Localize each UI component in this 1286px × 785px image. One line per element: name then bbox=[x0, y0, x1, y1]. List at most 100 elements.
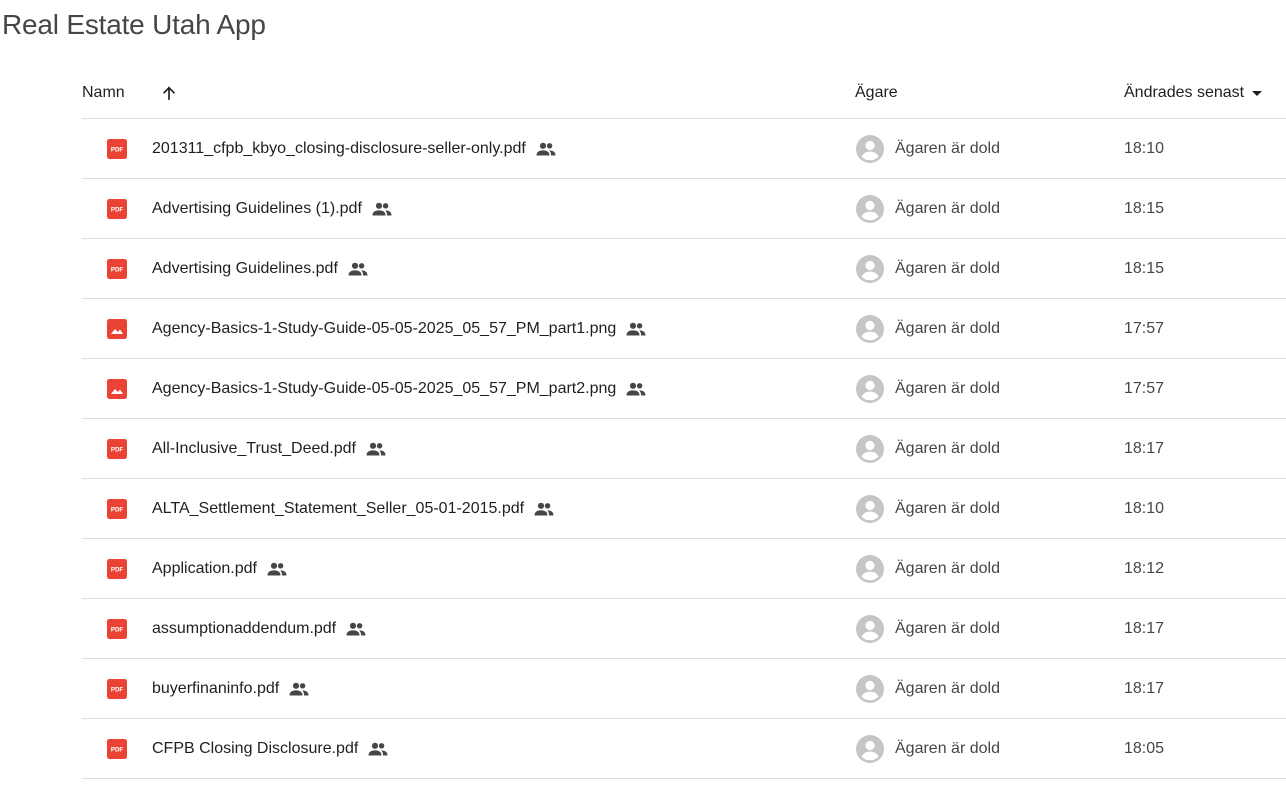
list-header: Namn Ägare Ändrades senast bbox=[82, 68, 1286, 119]
shared-people-icon bbox=[536, 142, 556, 155]
modified-time: 17:57 bbox=[1124, 319, 1165, 337]
pdf-file-icon: PDF bbox=[107, 499, 127, 519]
file-name[interactable]: All-Inclusive_Trust_Deed.pdf bbox=[152, 440, 356, 458]
file-list: Namn Ägare Ändrades senast PDF 201311_cf… bbox=[82, 68, 1286, 779]
file-row[interactable]: Agency-Basics-1-Study-Guide-05-05-2025_0… bbox=[82, 359, 1286, 419]
pdf-file-icon: PDF bbox=[107, 259, 127, 279]
owner-avatar-icon bbox=[856, 615, 884, 643]
modified-time: 18:15 bbox=[1124, 259, 1165, 277]
file-name-cell: assumptionaddendum.pdf bbox=[152, 599, 366, 658]
owner-avatar-icon bbox=[856, 195, 884, 223]
shared-people-icon bbox=[626, 382, 646, 395]
shared-people-icon bbox=[626, 322, 646, 335]
file-name-cell: Agency-Basics-1-Study-Guide-05-05-2025_0… bbox=[152, 299, 646, 358]
owner-name: Ägaren är dold bbox=[895, 499, 1000, 517]
column-header-name[interactable]: Namn bbox=[82, 68, 125, 118]
owner-avatar-icon bbox=[856, 555, 884, 583]
owner-name: Ägaren är dold bbox=[895, 739, 1000, 757]
file-name[interactable]: ALTA_Settlement_Statement_Seller_05-01-2… bbox=[152, 500, 524, 518]
file-row[interactable]: PDF buyerfinaninfo.pdf Ägaren är dold 18… bbox=[82, 659, 1286, 719]
pdf-file-icon: PDF bbox=[107, 679, 127, 699]
owner-name: Ägaren är dold bbox=[895, 139, 1000, 157]
column-header-modified-label: Ändrades senast bbox=[1124, 84, 1245, 101]
file-name-cell: Application.pdf bbox=[152, 539, 287, 598]
shared-people-icon bbox=[348, 262, 368, 275]
file-name[interactable]: Application.pdf bbox=[152, 560, 257, 578]
file-name[interactable]: Advertising Guidelines (1).pdf bbox=[152, 200, 362, 218]
modified-time: 18:15 bbox=[1124, 199, 1165, 217]
column-header-modified[interactable]: Ändrades senast bbox=[1124, 84, 1263, 102]
owner-avatar-icon bbox=[856, 375, 884, 403]
file-row[interactable]: PDF 201311_cfpb_kbyo_closing-disclosure-… bbox=[82, 119, 1286, 179]
file-name[interactable]: Agency-Basics-1-Study-Guide-05-05-2025_0… bbox=[152, 380, 616, 398]
owner-name: Ägaren är dold bbox=[895, 559, 1000, 577]
modified-time: 18:10 bbox=[1124, 499, 1165, 517]
file-name-cell: CFPB Closing Disclosure.pdf bbox=[152, 719, 388, 778]
svg-text:PDF: PDF bbox=[111, 267, 124, 274]
owner-avatar-icon bbox=[856, 435, 884, 463]
shared-people-icon bbox=[368, 742, 388, 755]
sort-ascending-arrow-icon[interactable] bbox=[160, 84, 178, 102]
owner-name: Ägaren är dold bbox=[895, 319, 1000, 337]
file-name-cell: Advertising Guidelines (1).pdf bbox=[152, 179, 392, 238]
shared-people-icon bbox=[267, 562, 287, 575]
file-name[interactable]: Advertising Guidelines.pdf bbox=[152, 260, 338, 278]
file-row[interactable]: PDF Advertising Guidelines.pdf Ägaren är… bbox=[82, 239, 1286, 299]
owner-name: Ägaren är dold bbox=[895, 199, 1000, 217]
file-row[interactable]: PDF Advertising Guidelines (1).pdf Ägare… bbox=[82, 179, 1286, 239]
column-header-owner[interactable]: Ägare bbox=[855, 84, 898, 102]
pdf-file-icon: PDF bbox=[107, 559, 127, 579]
file-name-cell: Advertising Guidelines.pdf bbox=[152, 239, 368, 298]
svg-text:PDF: PDF bbox=[111, 747, 124, 754]
svg-text:PDF: PDF bbox=[111, 627, 124, 634]
owner-avatar-icon bbox=[856, 735, 884, 763]
sort-dropdown-caret-icon bbox=[1252, 90, 1263, 96]
column-header-name-label: Namn bbox=[82, 84, 125, 101]
owner-avatar-icon bbox=[856, 255, 884, 283]
file-name-cell: buyerfinaninfo.pdf bbox=[152, 659, 309, 718]
file-row[interactable]: PDF Application.pdf Ägaren är dold 18:12 bbox=[82, 539, 1286, 599]
svg-text:PDF: PDF bbox=[111, 447, 124, 454]
file-name-cell: Agency-Basics-1-Study-Guide-05-05-2025_0… bbox=[152, 359, 646, 418]
shared-people-icon bbox=[534, 502, 554, 515]
modified-time: 18:17 bbox=[1124, 619, 1165, 637]
owner-name: Ägaren är dold bbox=[895, 439, 1000, 457]
file-row[interactable]: PDF assumptionaddendum.pdf Ägaren är dol… bbox=[82, 599, 1286, 659]
owner-name: Ägaren är dold bbox=[895, 679, 1000, 697]
file-name[interactable]: Agency-Basics-1-Study-Guide-05-05-2025_0… bbox=[152, 320, 616, 338]
svg-text:PDF: PDF bbox=[111, 147, 124, 154]
image-file-icon bbox=[107, 319, 127, 339]
svg-text:PDF: PDF bbox=[111, 567, 124, 574]
svg-text:PDF: PDF bbox=[111, 507, 124, 514]
modified-time: 18:17 bbox=[1124, 679, 1165, 697]
pdf-file-icon: PDF bbox=[107, 199, 127, 219]
file-name-cell: All-Inclusive_Trust_Deed.pdf bbox=[152, 419, 386, 478]
pdf-file-icon: PDF bbox=[107, 739, 127, 759]
file-name[interactable]: buyerfinaninfo.pdf bbox=[152, 680, 279, 698]
file-name-cell: 201311_cfpb_kbyo_closing-disclosure-sell… bbox=[152, 119, 556, 178]
owner-name: Ägaren är dold bbox=[895, 619, 1000, 637]
file-row[interactable]: Agency-Basics-1-Study-Guide-05-05-2025_0… bbox=[82, 299, 1286, 359]
modified-time: 18:10 bbox=[1124, 139, 1165, 157]
pdf-file-icon: PDF bbox=[107, 619, 127, 639]
owner-avatar-icon bbox=[856, 675, 884, 703]
svg-text:PDF: PDF bbox=[111, 687, 124, 694]
owner-avatar-icon bbox=[856, 135, 884, 163]
file-name[interactable]: 201311_cfpb_kbyo_closing-disclosure-sell… bbox=[152, 140, 526, 158]
shared-people-icon bbox=[372, 202, 392, 215]
pdf-file-icon: PDF bbox=[107, 139, 127, 159]
file-row[interactable]: PDF All-Inclusive_Trust_Deed.pdf Ägaren … bbox=[82, 419, 1286, 479]
file-row[interactable]: PDF CFPB Closing Disclosure.pdf Ägaren ä… bbox=[82, 719, 1286, 779]
shared-people-icon bbox=[346, 622, 366, 635]
file-name[interactable]: assumptionaddendum.pdf bbox=[152, 620, 336, 638]
modified-time: 17:57 bbox=[1124, 379, 1165, 397]
owner-avatar-icon bbox=[856, 315, 884, 343]
file-name-cell: ALTA_Settlement_Statement_Seller_05-01-2… bbox=[152, 479, 554, 538]
modified-time: 18:05 bbox=[1124, 739, 1165, 757]
modified-time: 18:17 bbox=[1124, 439, 1165, 457]
image-file-icon bbox=[107, 379, 127, 399]
modified-time: 18:12 bbox=[1124, 559, 1165, 577]
file-name[interactable]: CFPB Closing Disclosure.pdf bbox=[152, 740, 358, 758]
file-row[interactable]: PDF ALTA_Settlement_Statement_Seller_05-… bbox=[82, 479, 1286, 539]
file-rows: PDF 201311_cfpb_kbyo_closing-disclosure-… bbox=[82, 119, 1286, 779]
